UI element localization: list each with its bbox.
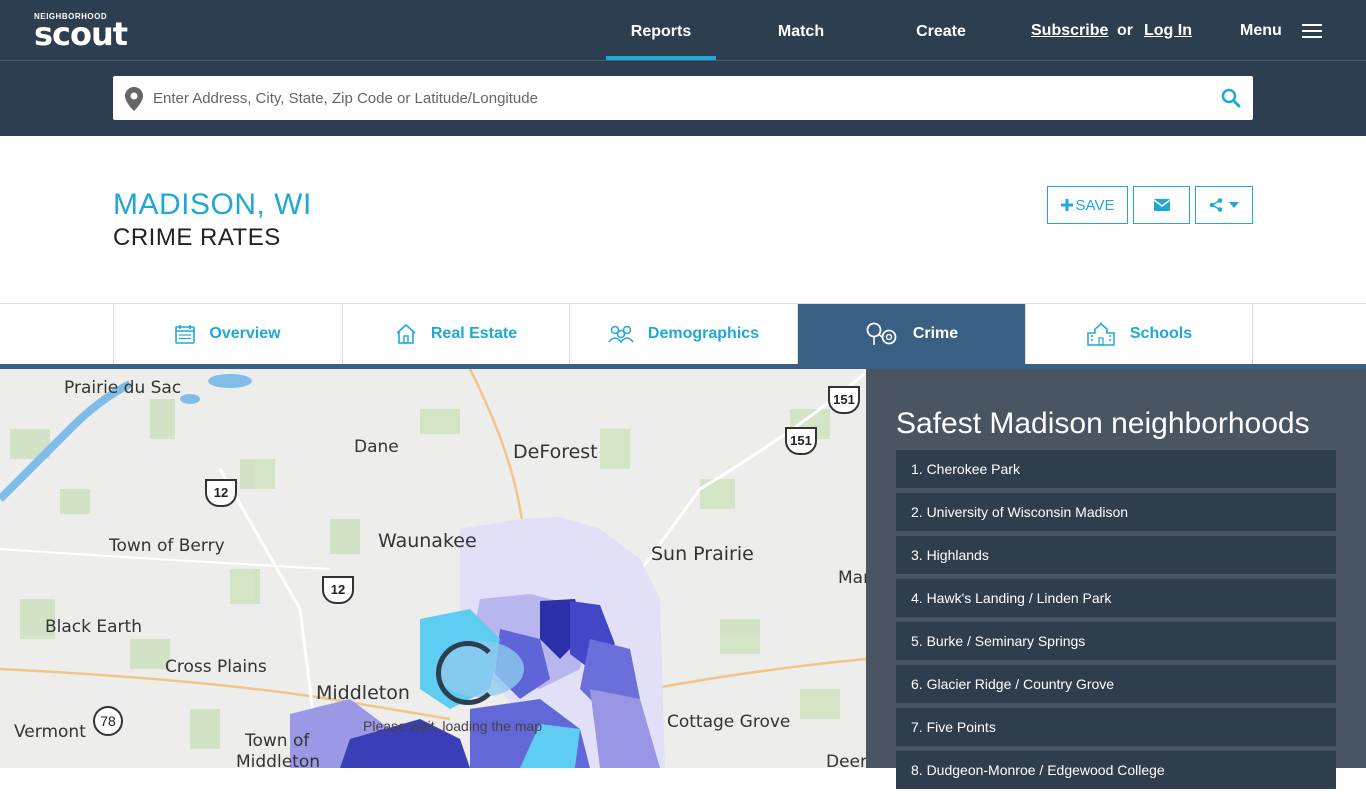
plus-icon bbox=[1060, 199, 1073, 211]
map-label: DeForest bbox=[513, 441, 598, 463]
map-label: Mar bbox=[838, 568, 866, 588]
tab-schools-label: Schools bbox=[1129, 325, 1193, 342]
search-icon[interactable] bbox=[1221, 88, 1241, 108]
menu-label[interactable]: Menu bbox=[1240, 22, 1282, 40]
map-label: Cross Plains bbox=[165, 657, 267, 677]
map-label: Cottage Grove bbox=[667, 712, 791, 732]
highway-shield-icon: 151 bbox=[828, 386, 860, 414]
map-label: Middleton bbox=[316, 682, 410, 704]
list-item[interactable]: 6. Glacier Ridge / Country Grove bbox=[896, 665, 1336, 703]
nav-create[interactable]: Create bbox=[886, 0, 996, 60]
subscribe-link[interactable]: Subscribe bbox=[1031, 22, 1108, 40]
search-band bbox=[0, 61, 1366, 136]
map-label: Town of Berry bbox=[109, 536, 225, 556]
share-icon bbox=[1209, 198, 1223, 212]
list-item[interactable]: 3. Highlands bbox=[896, 536, 1336, 574]
search-box bbox=[113, 76, 1253, 120]
people-icon bbox=[608, 325, 634, 344]
tab-real-estate-label: Real Estate bbox=[430, 325, 518, 342]
list-item[interactable]: 8. Dudgeon-Monroe / Edgewood College bbox=[896, 751, 1336, 789]
or-text: or bbox=[1117, 22, 1133, 39]
map-label: Prairie du Sac bbox=[64, 378, 182, 398]
highway-shield-icon: 12 bbox=[322, 576, 354, 604]
map-label: Vermont bbox=[14, 722, 86, 742]
tab-overview-label: Overview bbox=[209, 325, 281, 342]
highway-shield-icon: 12 bbox=[205, 479, 237, 507]
caret-down-icon bbox=[1229, 202, 1239, 208]
tab-crime-label: Crime bbox=[912, 325, 959, 342]
page-subtitle: CRIME RATES bbox=[113, 224, 281, 251]
nav-match[interactable]: Match bbox=[746, 0, 856, 60]
map-label: Town of bbox=[245, 731, 310, 751]
login-link[interactable]: Log In bbox=[1144, 22, 1192, 40]
list-item[interactable]: 4. Hawk's Landing / Linden Park bbox=[896, 579, 1336, 617]
map-label: Waunakee bbox=[378, 530, 477, 552]
share-button[interactable] bbox=[1195, 186, 1253, 224]
highway-shield-icon: 78 bbox=[93, 706, 123, 736]
neighborhood-list: 1. Cherokee Park 2. University of Wiscon… bbox=[896, 450, 1336, 794]
panel-title: Safest Madison neighborhoods bbox=[896, 407, 1310, 440]
calendar-icon bbox=[175, 325, 196, 344]
email-button[interactable] bbox=[1133, 186, 1190, 224]
location-pin-icon bbox=[125, 87, 143, 111]
map-label: Deer bbox=[826, 752, 866, 768]
list-item[interactable]: 7. Five Points bbox=[896, 708, 1336, 746]
house-icon bbox=[396, 324, 416, 344]
list-item[interactable]: 5. Burke / Seminary Springs bbox=[896, 622, 1336, 660]
page-title: MADISON, WI bbox=[113, 188, 312, 221]
loading-spinner-icon bbox=[436, 641, 500, 705]
handcuffs-icon bbox=[866, 322, 897, 345]
map-label: Black Earth bbox=[45, 617, 142, 637]
map-background bbox=[0, 369, 866, 768]
neighborhoodscout-logo[interactable]: NEIGHBORHOOD scout bbox=[34, 12, 128, 53]
nav-reports[interactable]: Reports bbox=[606, 0, 716, 60]
save-button-label: SAVE bbox=[1075, 196, 1115, 214]
map-label: Sun Prairie bbox=[651, 543, 754, 565]
map-label: Dane bbox=[354, 437, 399, 457]
tab-crime[interactable]: Crime bbox=[797, 304, 1025, 364]
crime-map[interactable]: Prairie du Sac Dane DeForest Waunakee Su… bbox=[0, 369, 866, 768]
tab-overview[interactable]: Overview bbox=[113, 304, 342, 364]
tab-real-estate[interactable]: Real Estate bbox=[342, 304, 569, 364]
list-item[interactable]: 1. Cherokee Park bbox=[896, 450, 1336, 488]
list-item[interactable]: 2. University of Wisconsin Madison bbox=[896, 493, 1336, 531]
highway-shield-icon: 151 bbox=[785, 427, 817, 455]
search-input[interactable] bbox=[153, 76, 1213, 120]
top-navigation: NEIGHBORHOOD scout Reports Match Create … bbox=[0, 0, 1366, 61]
tab-demographics[interactable]: Demographics bbox=[569, 304, 797, 364]
section-tabs: Overview Real Estate Demographics Crime bbox=[0, 304, 1366, 364]
safest-neighborhoods-panel: Safest Madison neighborhoods 1. Cherokee… bbox=[866, 369, 1366, 789]
save-button[interactable]: SAVE bbox=[1047, 186, 1128, 224]
school-building-icon bbox=[1087, 322, 1115, 346]
envelope-icon bbox=[1153, 199, 1170, 211]
tab-schools[interactable]: Schools bbox=[1025, 304, 1253, 364]
hamburger-icon[interactable] bbox=[1302, 24, 1322, 38]
map-loading-text: Please wait, loading the map bbox=[363, 718, 542, 734]
logo-big-text: scout bbox=[34, 15, 128, 53]
map-label: Middleton bbox=[236, 752, 320, 768]
title-area: MADISON, WI CRIME RATES SAVE bbox=[0, 136, 1366, 304]
tab-demographics-label: Demographics bbox=[647, 325, 760, 342]
